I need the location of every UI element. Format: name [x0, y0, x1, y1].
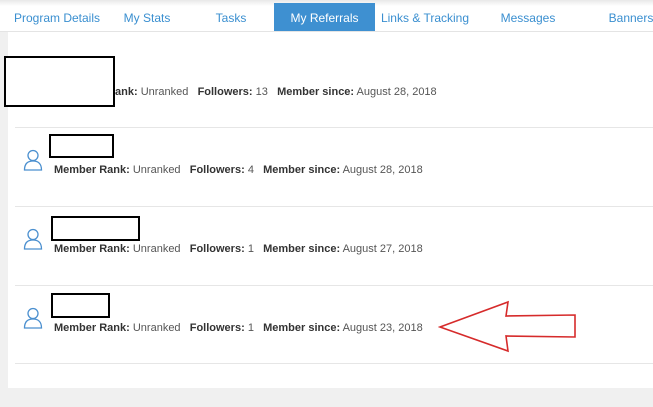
followers-value: 1	[247, 322, 254, 334]
page-footer-gap	[0, 388, 653, 407]
redacted-user-3	[51, 216, 140, 241]
row-divider	[15, 285, 653, 286]
referral-meta-4: Member Rank: Unranked Followers: 1 Membe…	[54, 322, 423, 334]
since-label: Member since:	[263, 164, 341, 176]
tab-divider	[0, 31, 653, 32]
rank-label: Member Rank:	[54, 322, 130, 334]
since-label: Member since:	[263, 322, 341, 334]
referral-meta-3: Member Rank: Unranked Followers: 1 Membe…	[54, 243, 423, 255]
annotation-arrow-icon	[438, 300, 576, 353]
row-divider	[15, 363, 653, 364]
since-value: August 28, 2018	[342, 164, 423, 176]
rank-value: Unranked	[132, 322, 181, 334]
rank-label: Member Rank:	[54, 243, 130, 255]
followers-label: Followers:	[189, 322, 245, 334]
user-icon	[23, 228, 43, 250]
redacted-user-4	[51, 293, 110, 318]
rank-value: Unranked	[140, 86, 189, 98]
followers-value: 4	[247, 164, 254, 176]
redacted-user-2	[49, 134, 114, 158]
row-divider	[15, 127, 653, 128]
followers-label: Followers:	[197, 86, 253, 98]
tab-links-tracking[interactable]: Links & Tracking	[376, 3, 474, 32]
tab-messages[interactable]: Messages	[490, 3, 566, 32]
rank-value: Unranked	[132, 164, 181, 176]
since-value: August 27, 2018	[342, 243, 423, 255]
tab-tasks[interactable]: Tasks	[205, 3, 257, 32]
since-label: Member since:	[277, 86, 355, 98]
tab-program-details[interactable]: Program Details	[5, 3, 109, 32]
tab-banners[interactable]: Banners	[596, 3, 653, 32]
since-value: August 23, 2018	[342, 322, 423, 334]
rank-label: Member Rank:	[54, 164, 130, 176]
user-icon	[23, 307, 43, 329]
followers-label: Followers:	[189, 243, 245, 255]
referral-meta-1: ank: Unranked Followers: 13 Member since…	[115, 86, 437, 98]
referral-meta-2: Member Rank: Unranked Followers: 4 Membe…	[54, 164, 423, 176]
rank-label: ank:	[115, 86, 138, 98]
tab-my-referrals[interactable]: My Referrals	[274, 3, 375, 32]
user-icon	[23, 149, 43, 171]
since-value: August 28, 2018	[356, 86, 437, 98]
followers-value: 1	[247, 243, 254, 255]
tab-bar: Program Details My Stats Tasks My Referr…	[0, 0, 653, 32]
redacted-user-1	[4, 56, 115, 107]
rank-value: Unranked	[132, 243, 181, 255]
followers-label: Followers:	[189, 164, 245, 176]
followers-value: 13	[255, 86, 268, 98]
tab-my-stats[interactable]: My Stats	[114, 3, 180, 32]
row-divider	[15, 206, 653, 207]
since-label: Member since:	[263, 243, 341, 255]
